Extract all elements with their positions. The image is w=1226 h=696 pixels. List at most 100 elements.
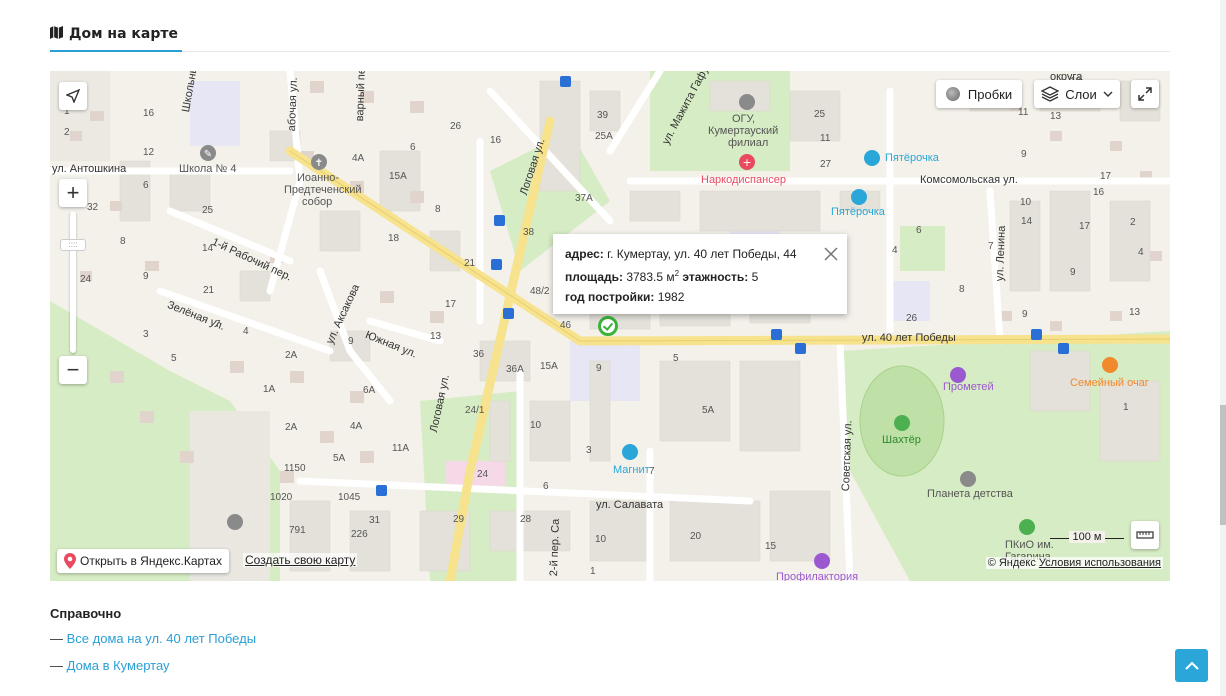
house-number: 15A: [389, 171, 407, 182]
ruler-button[interactable]: [1131, 521, 1159, 549]
section-title: Дом на карте: [50, 18, 182, 52]
reference-dash: —: [50, 658, 63, 673]
house-number: 20: [690, 531, 702, 542]
house-number: 16: [1093, 187, 1105, 198]
all-houses-on-street-link[interactable]: Все дома на ул. 40 лет Победы: [67, 631, 256, 646]
houses-in-city-link[interactable]: Дома в Кумертау: [67, 658, 170, 673]
house-number: 15A: [540, 361, 558, 372]
plus-icon: +: [66, 180, 80, 205]
house-number: 21: [464, 258, 476, 269]
house-number: 1: [1123, 402, 1129, 413]
house-number: 4: [243, 326, 249, 337]
reference-item: — Дома в Кумертау: [50, 658, 650, 673]
layers-button[interactable]: Слои: [1034, 80, 1120, 108]
house-number: 17: [1079, 221, 1091, 232]
area-value: 3783.5 м: [626, 270, 675, 284]
poi-label: собор: [302, 196, 333, 208]
house-number: 24: [80, 274, 92, 285]
house-info-balloon: адрес: г. Кумертау, ул. 40 лет Победы, 4…: [553, 234, 847, 314]
layers-icon: [1041, 86, 1060, 102]
poi-label: Наркодиспансер: [701, 174, 786, 186]
traffic-button[interactable]: Пробки: [936, 80, 1022, 108]
traffic-label: Пробки: [967, 86, 1013, 102]
year-label: год постройки:: [565, 290, 655, 304]
house-marker-pin[interactable]: [598, 316, 618, 336]
poi-label: Иоанно-: [297, 172, 340, 184]
house-number: 25: [202, 205, 214, 216]
street-label: Советская ул.: [840, 420, 855, 492]
house-number: 13: [430, 331, 442, 342]
balloon-year-row: год постройки: 1982: [565, 287, 835, 307]
house-number: 37A: [575, 193, 593, 204]
street-label: 2-й пер. Са: [548, 518, 562, 577]
zoom-out-button[interactable]: −: [59, 356, 87, 384]
map[interactable]: ✎ ✝ + ул. Антошкина Школьный пер. абочая…: [50, 71, 1170, 581]
poi-label: Школа № 4: [179, 163, 237, 175]
poi-label: Прометей: [943, 381, 994, 393]
house-number: 9: [348, 336, 354, 347]
chevron-down-icon: [1103, 91, 1113, 97]
street-label: ул. Антошкина: [52, 163, 127, 175]
house-number: 26: [906, 313, 918, 324]
house-number: 7: [215, 319, 221, 330]
create-map-link[interactable]: Создать свою карту: [243, 553, 358, 567]
geolocation-button[interactable]: [59, 82, 87, 110]
house-number: 17: [1100, 171, 1112, 182]
svg-text:✝: ✝: [315, 158, 323, 169]
scrollbar-thumb[interactable]: [1220, 405, 1226, 525]
house-number: 4A: [350, 421, 363, 432]
open-in-yandex-maps-button[interactable]: Открыть в Яндекс.Картах: [57, 549, 229, 573]
expand-icon: [1138, 87, 1152, 101]
house-number: 6: [410, 142, 416, 153]
area-unit-superscript: 2: [674, 269, 680, 278]
floors-label: этажность:: [682, 270, 749, 284]
scroll-to-top-button[interactable]: [1175, 649, 1208, 682]
poi-label: Планета детства: [927, 488, 1013, 500]
zoom-slider-track[interactable]: [70, 211, 76, 353]
house-number: 9: [1021, 149, 1027, 160]
house-number: 2: [1130, 217, 1136, 228]
house-number: 14: [202, 243, 214, 254]
close-icon[interactable]: [823, 246, 839, 262]
house-number: 7: [988, 241, 994, 252]
map-pin-icon: [64, 553, 76, 569]
poi-label: Пятёрочка: [885, 152, 939, 164]
section-title-text: Дом на карте: [69, 26, 178, 42]
fullscreen-button[interactable]: [1131, 80, 1159, 108]
house-number: 5: [171, 353, 177, 364]
house-number: 38: [523, 227, 535, 238]
house-number: 9: [1070, 267, 1076, 278]
house-number: 36A: [506, 364, 524, 375]
zoom-in-button[interactable]: +: [59, 179, 87, 207]
house-number: 4: [1138, 247, 1144, 258]
house-number: 24: [477, 469, 489, 480]
map-copyright: © Яндекс Условия использования: [985, 557, 1163, 569]
minus-icon: −: [66, 357, 80, 382]
floors-value: 5: [751, 270, 759, 284]
house-number: 26: [450, 121, 462, 132]
house-number: 17: [445, 299, 457, 310]
reference-title: Справочно: [50, 606, 122, 621]
poi-label: Предтеченский: [284, 184, 362, 196]
house-number: 14: [1021, 216, 1033, 227]
house-number: 1150: [284, 463, 306, 474]
page: Дом на карте ✎ ✝ + ул. Антошкина Школьны…: [0, 0, 1226, 696]
balloon-area-row: площадь: 3783.5 м2 этажность: 5: [565, 264, 835, 287]
street-label: ул. 40 лет Победы: [862, 332, 956, 344]
house-number: 4A: [352, 153, 365, 164]
house-number: 10: [530, 420, 542, 431]
house-number: 18: [388, 233, 400, 244]
house-number: 12: [143, 147, 155, 158]
house-number: 15: [765, 541, 777, 552]
zoom-slider-handle[interactable]: ::::: [60, 239, 86, 251]
house-number: 791: [289, 525, 306, 536]
page-scrollbar[interactable]: [1220, 0, 1226, 696]
address-value: г. Кумертау, ул. 40 лет Победы, 44: [607, 247, 797, 261]
house-number: 5A: [333, 453, 346, 464]
house-number: 6: [143, 180, 149, 191]
house-number: 36: [473, 349, 485, 360]
house-number: 10: [1020, 197, 1032, 208]
poi-label: филиал: [728, 137, 769, 149]
open-in-yandex-maps-label: Открыть в Яндекс.Картах: [80, 554, 222, 568]
terms-link[interactable]: Условия использования: [1039, 557, 1161, 569]
